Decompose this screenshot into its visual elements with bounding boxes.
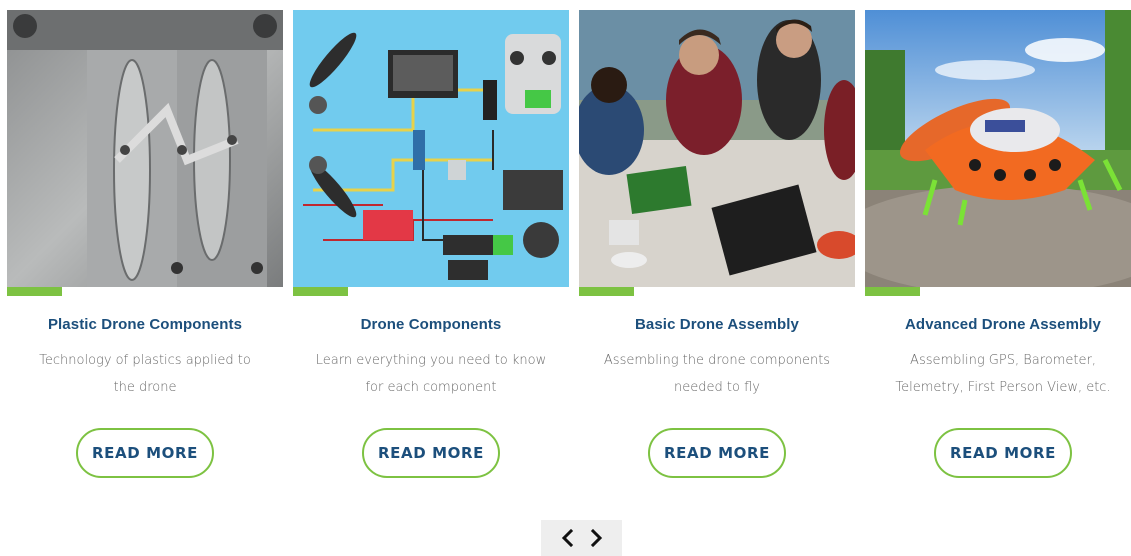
read-more-button[interactable]: READ MORE — [648, 428, 786, 478]
course-card: Plastic Drone Components Technology of p… — [7, 10, 283, 490]
accent-bar — [7, 287, 62, 296]
card-description: Assembling the drone components needed t… — [603, 353, 831, 395]
drone-outdoor-photo — [865, 10, 1131, 287]
course-carousel: Plastic Drone Components Technology of p… — [7, 10, 1131, 500]
card-description: Technology of plastics applied to the dr… — [39, 353, 251, 395]
accent-bar — [579, 287, 634, 296]
component-diagram-illustration — [293, 10, 569, 287]
chevron-right-icon — [590, 529, 602, 547]
accent-bar — [865, 287, 920, 296]
course-image-basic-assembly[interactable] — [579, 10, 855, 287]
card-description: Learn everything you need to know for ea… — [315, 353, 547, 395]
read-more-button[interactable]: READ MORE — [76, 428, 214, 478]
card-title: Advanced Drone Assembly — [905, 316, 1101, 333]
course-card: Basic Drone Assembly Assembling the dron… — [579, 10, 855, 490]
read-more-button[interactable]: READ MORE — [362, 428, 500, 478]
carousel-prev-button[interactable] — [561, 529, 575, 547]
chevron-left-icon — [561, 529, 573, 547]
course-image-plastic[interactable] — [7, 10, 283, 287]
course-image-advanced-assembly[interactable] — [865, 10, 1131, 287]
card-description: Assembling GPS, Barometer, Telemetry, Fi… — [895, 353, 1111, 395]
card-title: Basic Drone Assembly — [634, 316, 799, 333]
accent-bar — [293, 287, 348, 296]
read-more-button[interactable]: READ MORE — [934, 428, 1072, 478]
carousel-nav — [541, 520, 622, 556]
card-title: Plastic Drone Components — [47, 316, 243, 333]
mold-photo — [7, 10, 283, 287]
carousel-next-button[interactable] — [589, 529, 603, 547]
course-card: Advanced Drone Assembly Assembling GPS, … — [865, 10, 1131, 490]
course-image-components[interactable] — [293, 10, 569, 287]
workshop-photo — [579, 10, 855, 287]
course-card: Drone Components Learn everything you ne… — [293, 10, 569, 490]
card-title: Drone Components — [360, 316, 502, 333]
